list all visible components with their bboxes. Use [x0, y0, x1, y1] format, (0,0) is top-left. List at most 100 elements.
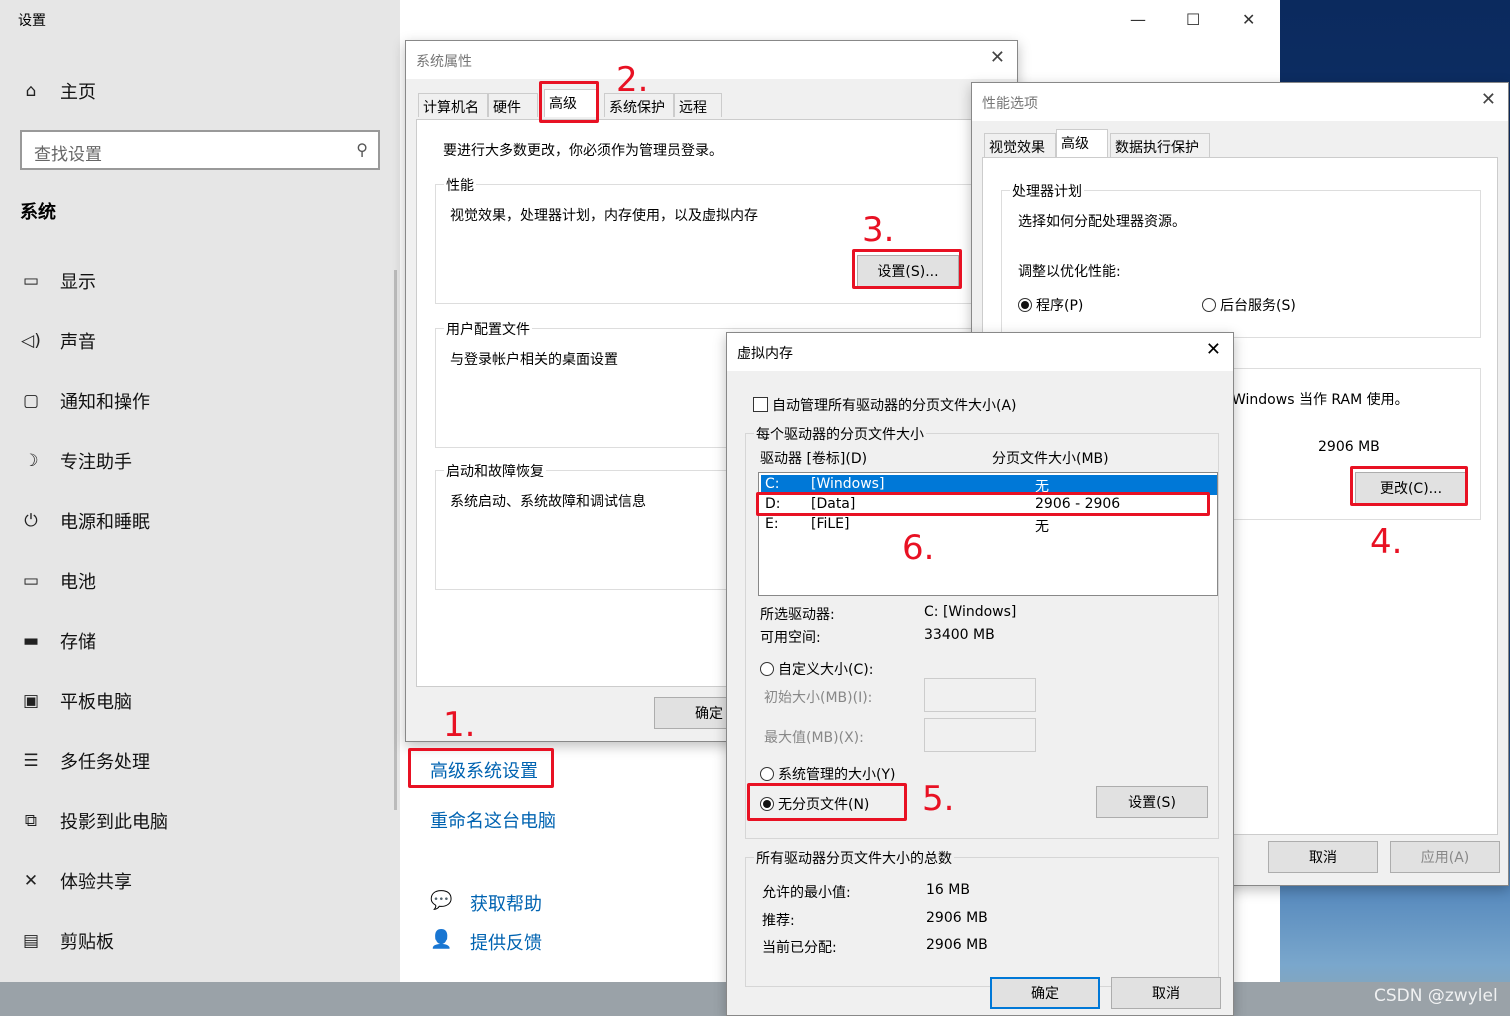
min-value: 16 MB: [926, 882, 970, 898]
radio-custom-size[interactable]: 自定义大小(C):: [760, 659, 873, 679]
selected-drive-value: C: [Windows]: [924, 604, 1017, 620]
vm-cancel-button[interactable]: 取消: [1111, 977, 1221, 1009]
radio-system-managed[interactable]: 系统管理的大小(Y): [760, 764, 895, 784]
settings-sidebar: 设置 ⌂ 主页 查找设置 ⚲ 系统 ▭ 显示 ◁) 声音 ▢ 通知和操作 ☽ 专注助手 ⏻…: [0, 0, 400, 982]
vm-ok-button[interactable]: 确定: [990, 977, 1100, 1009]
initial-size-label: 初始大小(MB)(I):: [764, 690, 873, 706]
nav-item-focus[interactable]: ☽ 专注助手: [20, 446, 132, 476]
radio-icon: [1202, 298, 1216, 312]
close-icon[interactable]: ✕: [1242, 10, 1255, 29]
max-size-label: 最大值(MB)(X):: [764, 730, 864, 746]
help-icon: 💬: [430, 890, 453, 911]
max-size-input[interactable]: [924, 718, 1036, 752]
moon-icon: ☽: [23, 451, 39, 471]
highlight-advanced-tab: [539, 81, 599, 123]
profile-desc: 与登录帐户相关的桌面设置: [450, 352, 618, 368]
total-group: 所有驱动器分页文件大小的总数 允许的最小值: 16 MB 推荐: 2906 MB…: [745, 848, 1219, 987]
step-3-label: 3.: [862, 210, 895, 250]
per-drive-label: 每个驱动器的分页文件大小: [754, 424, 926, 444]
tab-computer-name[interactable]: 计算机名: [418, 93, 488, 117]
multitask-icon: ☰: [23, 751, 39, 771]
apply-button[interactable]: 应用(A): [1390, 841, 1500, 873]
highlight-no-paging: [747, 783, 907, 821]
search-placeholder: 查找设置: [34, 145, 102, 165]
sidebar-scrollbar[interactable]: [394, 270, 397, 810]
drive-label: [FiLE]: [811, 516, 850, 532]
cpu-group: 处理器计划 选择如何分配处理器资源。 调整以优化性能: 程序(P) 后台服务(S…: [1001, 181, 1481, 338]
close-icon[interactable]: ✕: [1481, 89, 1496, 110]
tab-strip: 视觉效果 高级 数据执行保护: [984, 129, 1484, 159]
cancel-button[interactable]: 取消: [1268, 841, 1378, 873]
nav-home-label: 主页: [60, 82, 96, 103]
battery-icon: ▭: [22, 571, 40, 591]
monitor-icon: ▭: [22, 271, 40, 291]
nav-home[interactable]: ⌂ 主页: [20, 76, 96, 106]
cpu-desc: 选择如何分配处理器资源。: [1018, 214, 1186, 230]
admin-note: 要进行大多数更改，你必须作为管理员登录。: [443, 143, 723, 159]
initial-size-input[interactable]: [924, 678, 1036, 712]
close-icon[interactable]: ✕: [1206, 339, 1221, 360]
step-6-label: 6.: [902, 528, 935, 568]
tab-hardware[interactable]: 硬件: [488, 93, 538, 117]
radio-icon: [760, 767, 774, 781]
notification-icon: ▢: [22, 391, 40, 411]
nav-item-battery[interactable]: ▭ 电池: [20, 566, 96, 596]
step-4-label: 4.: [1370, 522, 1403, 562]
radio-label: 后台服务(S): [1220, 298, 1296, 314]
drive-letter: C:: [765, 476, 780, 492]
drive-label: [Windows]: [811, 476, 885, 492]
power-icon: ⏻: [24, 511, 38, 531]
step-5-label: 5.: [922, 779, 955, 819]
total-group-label: 所有驱动器分页文件大小的总数: [754, 848, 954, 868]
rename-pc-link[interactable]: 重命名这台电脑: [430, 807, 556, 833]
clipboard-icon: ▤: [22, 931, 40, 951]
tab-advanced[interactable]: 高级: [1056, 129, 1108, 157]
minimize-icon[interactable]: —: [1130, 10, 1146, 29]
tab-dep[interactable]: 数据执行保护: [1110, 133, 1210, 157]
nav-label: 体验共享: [60, 872, 132, 893]
nav-label: 存储: [60, 632, 96, 653]
tab-remote[interactable]: 远程: [674, 93, 722, 117]
close-icon[interactable]: ✕: [990, 47, 1005, 68]
dialog-title: 虚拟内存: [727, 333, 1233, 371]
nav-item-notifications[interactable]: ▢ 通知和操作: [20, 386, 150, 416]
radio-program[interactable]: 程序(P): [1018, 295, 1083, 315]
drive-row-e[interactable]: E: [FiLE] 无: [761, 515, 1217, 535]
tab-strip: 计算机名 硬件 高级 系统保护 远程: [418, 89, 1008, 119]
current-label: 当前已分配:: [762, 940, 837, 956]
radio-service[interactable]: 后台服务(S): [1202, 295, 1296, 315]
highlight-change-button: [1350, 466, 1468, 506]
checkbox-icon: [753, 397, 768, 412]
checkbox-label: 自动管理所有驱动器的分页文件大小(A): [772, 398, 1017, 414]
get-help-link[interactable]: 获取帮助: [470, 890, 542, 916]
nav-item-clipboard[interactable]: ▤ 剪贴板: [20, 926, 114, 956]
auto-manage-checkbox[interactable]: 自动管理所有驱动器的分页文件大小(A): [753, 395, 1017, 415]
nav-label: 显示: [60, 272, 96, 293]
nav-item-storage[interactable]: ▬ 存储: [20, 626, 96, 656]
storage-icon: ▬: [22, 631, 40, 651]
perf-label: 性能: [444, 175, 476, 195]
nav-item-project[interactable]: ⧉ 投影到此电脑: [20, 806, 168, 836]
col-drive: 驱动器 [卷标](D): [760, 451, 868, 467]
nav-item-display[interactable]: ▭ 显示: [20, 266, 96, 296]
nav-item-tablet[interactable]: ▣ 平板电脑: [20, 686, 132, 716]
feedback-link[interactable]: 提供反馈: [470, 929, 542, 955]
set-button[interactable]: 设置(S): [1096, 786, 1208, 818]
search-input[interactable]: 查找设置 ⚲: [20, 130, 380, 170]
radio-icon: [1018, 298, 1032, 312]
recommended-label: 推荐:: [762, 913, 795, 929]
min-label: 允许的最小值:: [762, 885, 851, 901]
nav-item-sound[interactable]: ◁) 声音: [20, 326, 96, 356]
free-space-value: 33400 MB: [924, 627, 995, 643]
project-icon: ⧉: [24, 811, 38, 831]
nav-item-power[interactable]: ⏻ 电源和睡眠: [20, 506, 150, 536]
nav-item-multitask[interactable]: ☰ 多任务处理: [20, 746, 150, 776]
drive-list[interactable]: C: [Windows] 无 D: [Data] 2906 - 2906 E: …: [758, 472, 1218, 596]
watermark: CSDN @zwylel: [1374, 986, 1498, 1006]
drive-letter: E:: [765, 516, 779, 532]
dialog-title: 系统属性: [406, 41, 1017, 79]
maximize-icon[interactable]: ☐: [1186, 10, 1200, 29]
nav-item-share[interactable]: ✕ 体验共享: [20, 866, 132, 896]
radio-label: 自定义大小(C):: [778, 662, 874, 678]
tab-visual-effects[interactable]: 视觉效果: [984, 133, 1056, 157]
